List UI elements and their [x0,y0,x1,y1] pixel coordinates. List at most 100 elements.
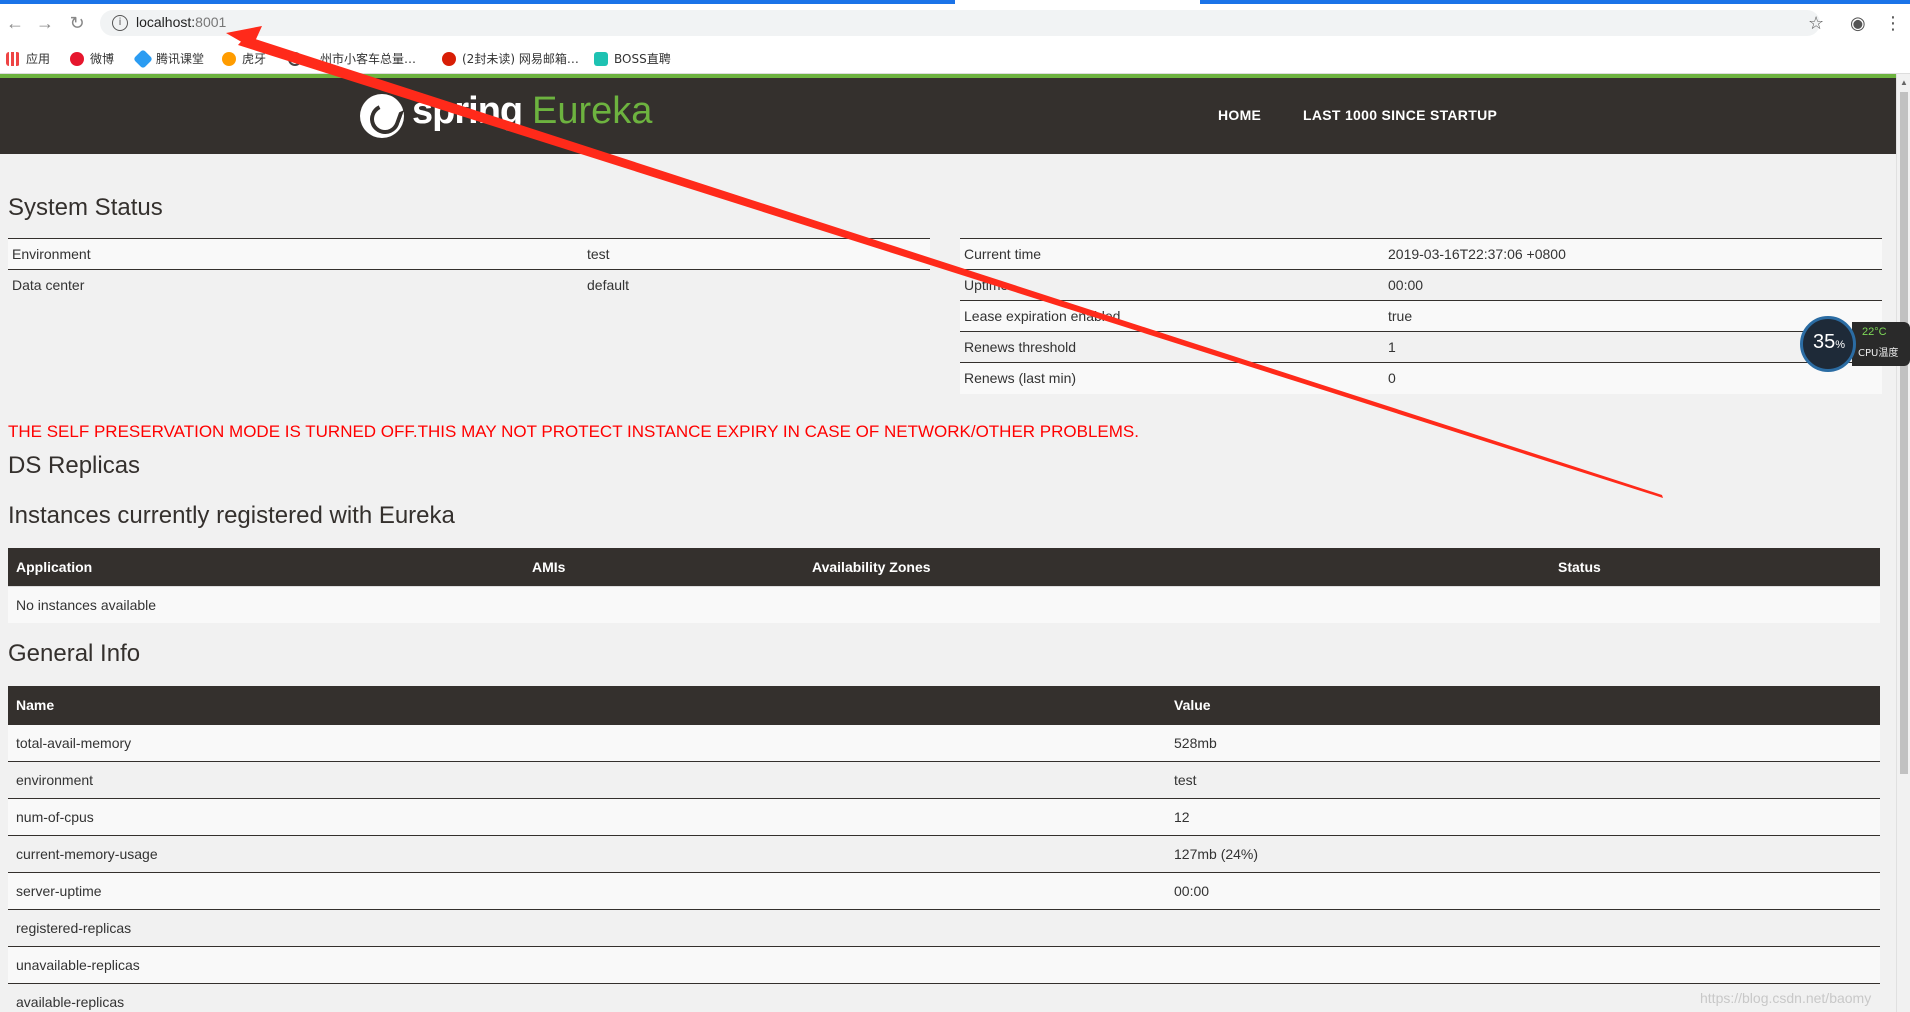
column-header: Status [1550,548,1880,586]
table-row: Environment test [8,238,930,270]
status-key: Uptime [960,269,1384,301]
logo-eureka-text: Eureka [532,90,653,132]
info-value: 127mb (24%) [1166,834,1880,872]
bookmark-car-quota[interactable]: …州市小客车总量… [288,50,416,67]
info-name: unavailable-replicas [8,945,1166,983]
page-scrollbar[interactable]: ▲ [1896,74,1910,1012]
table-row: num-of-cpus 12 [8,797,1880,835]
huya-icon [222,52,236,66]
site-info-icon[interactable]: i [112,15,128,31]
table-row: total-avail-memory 528mb [8,723,1880,761]
table-row: current-memory-usage 127mb (24%) [8,834,1880,872]
status-key: Renews (last min) [960,362,1384,394]
scrollbar-thumb[interactable] [1900,92,1908,774]
bookmark-163-mail[interactable]: (2封未读) 网易邮箱… [442,50,579,67]
table-row: available-replicas [8,982,1880,1012]
browser-toolbar: ← → ↻ i localhost:8001 ☆ ◉ ⋮ [0,4,1910,42]
apps-icon [6,52,20,66]
info-name: environment [8,760,1166,798]
back-icon[interactable]: ← [4,12,26,34]
status-key: Current time [960,238,1384,270]
info-value [1166,908,1880,946]
status-key: Environment [8,238,583,270]
eureka-navbar: spring Eureka HOME LAST 1000 SINCE START… [0,78,1896,154]
empty-message: No instances available [8,585,1880,623]
cpu-temp-panel: 22°C CPU温度 [1852,322,1910,366]
table-row: server-uptime 00:00 [8,871,1880,909]
info-name: registered-replicas [8,908,1166,946]
bookmark-weibo[interactable]: 微博 [70,50,114,67]
status-value: default [583,269,930,301]
info-name: current-memory-usage [8,834,1166,872]
system-status-title: System Status [8,194,163,221]
table-row: unavailable-replicas [8,945,1880,983]
table-header-row: Name Value [8,686,1880,724]
bookmark-huya[interactable]: 虎牙 [222,50,266,67]
mail-icon [442,52,456,66]
url-text[interactable]: localhost:8001 [136,14,226,30]
table-row: Current time 2019-03-16T22:37:06 +0800 [960,238,1882,270]
address-bar[interactable]: i localhost:8001 [100,10,1820,36]
bookmark-star-icon[interactable]: ☆ [1808,12,1824,34]
table-row: Uptime 00:00 [960,269,1882,301]
nav-home[interactable]: HOME [1218,107,1261,123]
general-info-table: Name Value total-avail-memory 528mb envir… [8,686,1880,1012]
status-key: Lease expiration enabled [960,300,1384,332]
ds-replicas-title: DS Replicas [8,452,141,479]
system-status-right-table: Current time 2019-03-16T22:37:06 +0800 Up… [960,238,1882,394]
tencent-class-icon [133,49,153,69]
reload-icon[interactable]: ↻ [66,12,88,34]
spring-leaf-icon [360,94,404,138]
bookmark-boss[interactable]: BOSS直聘 [594,50,671,67]
table-row: environment test [8,760,1880,798]
cpu-monitor-widget[interactable]: 22°C CPU温度 35% [1800,316,1910,374]
globe-icon [288,52,302,66]
table-row: Renews threshold 1 [960,331,1882,363]
instances-title: Instances currently registered with Eure… [8,502,455,529]
scroll-up-icon[interactable]: ▲ [1900,78,1908,87]
forward-icon[interactable]: → [34,12,56,34]
table-row: registered-replicas [8,908,1880,946]
nav-last-1000[interactable]: LAST 1000 SINCE STARTUP [1303,107,1497,123]
system-status-left-table: Environment test Data center default [8,238,930,301]
menu-icon[interactable]: ⋮ [1884,12,1902,34]
cpu-usage-percent: 35% [1813,331,1846,353]
bookmark-apps[interactable]: 应用 [6,50,50,67]
info-value: 528mb [1166,723,1880,761]
info-value [1166,945,1880,983]
profile-icon[interactable]: ◉ [1850,12,1866,34]
status-value: 00:00 [1384,269,1882,301]
info-value: test [1166,760,1880,798]
table-row: Data center default [8,269,930,301]
info-name: available-replicas [8,982,1166,1012]
status-value: 2019-03-16T22:37:06 +0800 [1384,238,1882,270]
info-name: server-uptime [8,871,1166,909]
cpu-temp-label: CPU温度 [1858,348,1899,359]
info-value: 12 [1166,797,1880,835]
bookmark-tencent-class[interactable]: 腾讯课堂 [133,49,204,69]
table-row: Lease expiration enabled true [960,300,1882,332]
table-row: No instances available [8,585,1880,623]
bookmarks-bar: 应用 微博 腾讯课堂 虎牙 …州市小客车总量… (2封未读) 网易邮箱… BOS… [0,42,1910,74]
instances-table: Application AMIs Availability Zones Stat… [8,548,1880,623]
info-value: 00:00 [1166,871,1880,909]
status-key: Data center [8,269,583,301]
column-header: AMIs [524,548,804,586]
self-preservation-warning: THE SELF PRESERVATION MODE IS TURNED OFF… [8,422,1139,441]
column-header: Name [8,686,1166,724]
logo-spring-text: spring [412,90,523,132]
watermark: https://blog.csdn.net/baomy [1700,990,1872,1006]
info-name: num-of-cpus [8,797,1166,835]
column-header: Application [8,548,524,586]
column-header: Value [1166,686,1880,724]
status-value: test [583,238,930,270]
status-key: Renews threshold [960,331,1384,363]
column-header: Availability Zones [804,548,1550,586]
boss-icon [594,52,608,66]
info-name: total-avail-memory [8,723,1166,761]
cpu-usage-ring: 35% [1800,316,1856,372]
general-info-title: General Info [8,640,141,667]
weibo-icon [70,52,84,66]
cpu-temperature: 22°C [1862,326,1887,338]
table-header-row: Application AMIs Availability Zones Stat… [8,548,1880,586]
